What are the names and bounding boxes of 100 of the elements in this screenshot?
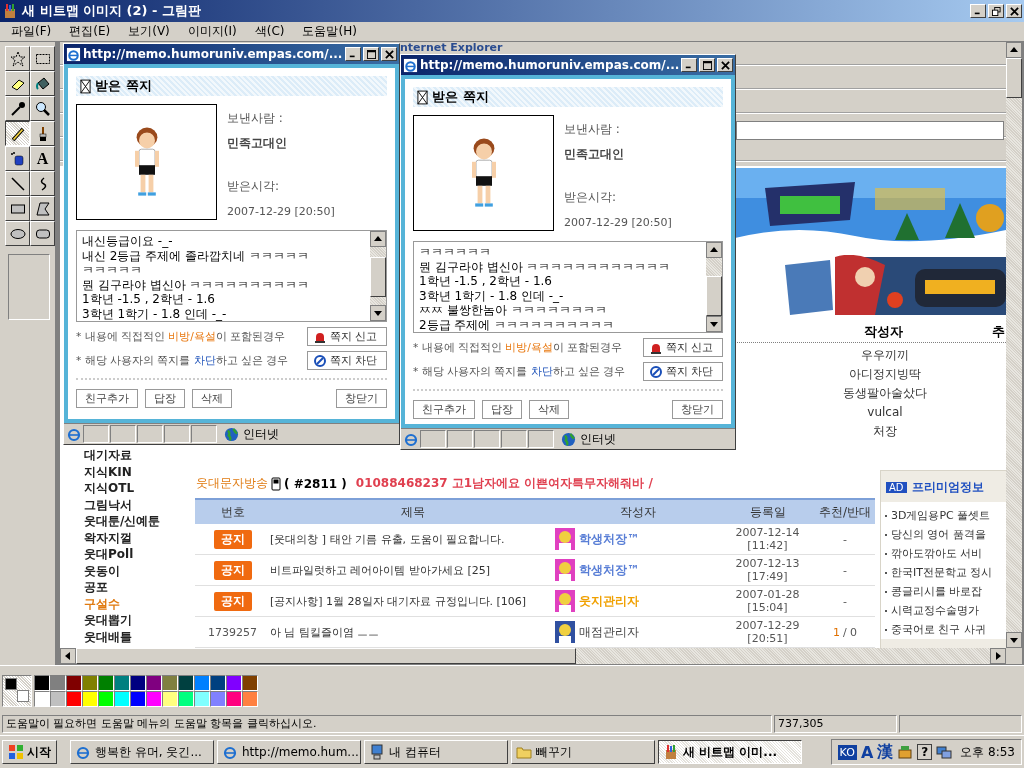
ad-link[interactable]: 시력교정수술명가 — [891, 603, 979, 618]
color-swatch[interactable] — [66, 675, 82, 691]
scroll-up-icon[interactable] — [370, 231, 386, 247]
color-swatch[interactable] — [50, 691, 66, 707]
nav-link[interactable]: 웃대뽑기 — [84, 612, 161, 629]
input-mode-indicator[interactable]: A — [860, 742, 874, 762]
action-button[interactable]: 친구추가 — [413, 400, 475, 419]
color-swatch[interactable] — [210, 691, 226, 707]
minimize-button[interactable] — [970, 4, 986, 18]
minimize-button[interactable] — [345, 47, 361, 61]
taskbar-button[interactable]: 새 비트맵 이미... — [658, 740, 802, 764]
scroll-down-icon[interactable] — [370, 305, 386, 321]
taskbar-button[interactable]: http://memo.hum... — [217, 740, 361, 764]
scroll-left-icon[interactable] — [60, 648, 76, 664]
network-icon[interactable] — [936, 744, 953, 760]
tool-button[interactable] — [5, 121, 30, 146]
color-swatch[interactable] — [82, 675, 98, 691]
action-button[interactable]: 삭제 — [192, 389, 232, 408]
post-title[interactable]: [공지사항] 1월 28일자 대기자료 규정입니다. [106] — [270, 593, 555, 609]
scrollbar[interactable] — [706, 242, 722, 332]
report-button[interactable]: 쪽지 신고 — [643, 338, 723, 357]
scroll-thumb[interactable] — [1006, 58, 1022, 98]
nav-link[interactable]: 그림낙서 — [84, 496, 161, 513]
menu-item[interactable]: 색(C) — [247, 23, 292, 40]
nav-link[interactable]: 웃대배틀 — [84, 628, 161, 645]
restore-button[interactable] — [988, 4, 1004, 18]
author-name[interactable]: 매점관리자 — [579, 623, 639, 641]
menu-item[interactable]: 파일(F) — [4, 23, 59, 40]
nav-link[interactable]: 왁자지껄 — [84, 529, 161, 546]
color-swatch[interactable] — [194, 691, 210, 707]
ad-link[interactable]: 콩글리시를 바로잡 — [891, 584, 983, 599]
tool-button[interactable]: A — [30, 146, 55, 171]
help-button[interactable]: ? — [917, 744, 933, 760]
color-swatch[interactable] — [242, 675, 258, 691]
color-swatch[interactable] — [34, 691, 50, 707]
block-button[interactable]: 쪽지 차단 — [643, 362, 723, 381]
scroll-up-icon[interactable] — [1006, 42, 1022, 58]
scroll-up-icon[interactable] — [706, 242, 722, 258]
maximize-button[interactable] — [363, 47, 379, 61]
color-swatch[interactable] — [162, 691, 178, 707]
ad-link[interactable]: 한국IT전문학교 정시 — [891, 565, 993, 580]
scroll-right-icon[interactable] — [990, 648, 1006, 664]
language-indicator[interactable]: KO — [837, 744, 857, 760]
nav-link[interactable]: 지식KIN — [84, 463, 161, 480]
menu-item[interactable]: 도움말(H) — [295, 23, 364, 40]
taskbar-button[interactable]: 빼꾸기 — [511, 740, 655, 764]
close-button[interactable] — [381, 47, 397, 61]
color-swatch[interactable] — [162, 675, 178, 691]
minimize-button[interactable] — [681, 58, 698, 72]
action-button[interactable]: 창닫기 — [336, 389, 387, 408]
color-swatch[interactable] — [242, 691, 258, 707]
color-swatch[interactable] — [114, 691, 130, 707]
post-title[interactable]: 비트파일럿하고 레어아이템 받아가세요 [25] — [270, 562, 555, 578]
scrollbar[interactable] — [1006, 42, 1022, 648]
address-field[interactable] — [736, 121, 1004, 140]
post-title[interactable]: 아 님 팀킬즐이염 ㅡㅡ — [270, 624, 555, 640]
color-swatch[interactable] — [226, 675, 242, 691]
author-name[interactable]: 학생처장™ — [579, 561, 639, 579]
color-swatch[interactable] — [130, 691, 146, 707]
ad-link[interactable]: 깎아도깎아도 서비 — [891, 546, 983, 561]
nav-link[interactable]: 공포 — [84, 579, 161, 596]
color-swatch[interactable] — [98, 691, 114, 707]
scroll-thumb[interactable] — [706, 276, 722, 316]
nav-link[interactable]: 대기자료 — [84, 447, 161, 464]
color-swatch[interactable] — [98, 675, 114, 691]
taskbar-button[interactable]: 행복한 유머, 웃긴... — [70, 740, 214, 764]
background-color-swatch[interactable] — [17, 690, 29, 702]
scrollbar[interactable] — [60, 648, 1006, 664]
color-swatch[interactable] — [130, 675, 146, 691]
scrollbar[interactable] — [370, 231, 386, 321]
scroll-thumb[interactable] — [76, 648, 576, 664]
author-name[interactable]: 학생처장™ — [579, 530, 639, 548]
color-swatch[interactable] — [194, 675, 210, 691]
nav-link[interactable]: 지식OTL — [84, 480, 161, 497]
close-button[interactable] — [1006, 4, 1022, 18]
color-swatch[interactable] — [34, 675, 50, 691]
color-swatch[interactable] — [226, 691, 242, 707]
ad-link[interactable]: 당신의 영어 품격을 — [891, 527, 986, 542]
ad-link[interactable]: 3D게임용PC 풀셋트 — [891, 508, 991, 523]
color-swatch[interactable] — [178, 691, 194, 707]
action-button[interactable]: 답장 — [482, 400, 522, 419]
color-swatch[interactable] — [146, 691, 162, 707]
ad-link[interactable]: 중국어로 친구 사귀 — [891, 622, 986, 637]
input-mode-indicator[interactable]: 漢 — [877, 741, 894, 763]
action-button[interactable]: 답장 — [145, 389, 185, 408]
post-title[interactable]: [웃대의창 ] 태안 기름 유출, 도움이 필요합니다. — [270, 531, 555, 547]
scroll-down-icon[interactable] — [1006, 632, 1022, 648]
color-swatch[interactable] — [146, 675, 162, 691]
report-button[interactable]: 쪽지 신고 — [307, 327, 387, 346]
toolbox-icon[interactable] — [897, 744, 914, 760]
color-swatch[interactable] — [82, 691, 98, 707]
menu-item[interactable]: 보기(V) — [121, 23, 177, 40]
action-button[interactable]: 창닫기 — [672, 400, 723, 419]
maximize-button[interactable] — [699, 58, 716, 72]
foreground-color-swatch[interactable] — [5, 678, 17, 690]
close-button[interactable] — [717, 58, 734, 72]
menu-item[interactable]: 편집(E) — [62, 23, 118, 40]
nav-link[interactable]: 웃대툰/신예툰 — [84, 513, 161, 530]
block-button[interactable]: 쪽지 차단 — [307, 351, 387, 370]
action-button[interactable]: 친구추가 — [76, 389, 138, 408]
